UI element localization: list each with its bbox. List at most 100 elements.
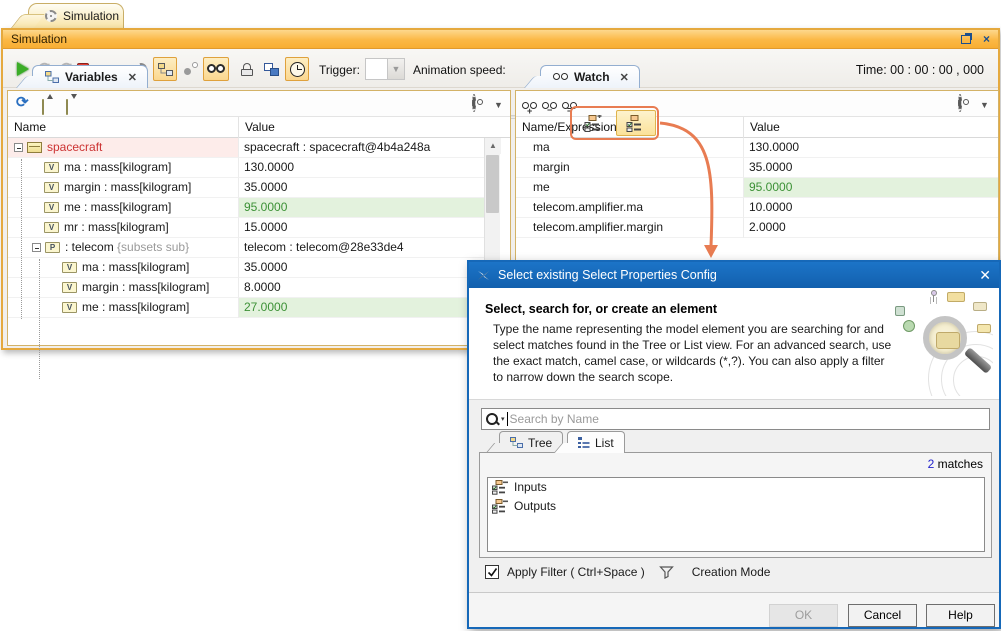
refresh-button[interactable]: ⟳	[16, 95, 29, 110]
close-variables-tab-icon[interactable]: ✕	[128, 71, 137, 84]
help-button[interactable]: Help	[926, 604, 995, 627]
gear-icon	[958, 94, 962, 112]
column-header-value[interactable]: Value	[239, 117, 484, 138]
collapse-node-icon[interactable]	[32, 243, 41, 252]
table-row[interactable]: P: telecom {subsets sub}telecom : teleco…	[8, 238, 484, 258]
row-value[interactable]: 27.0000	[239, 298, 484, 318]
dialog-footer: OK Cancel Help	[469, 592, 999, 627]
table-row[interactable]: Vmargin : mass[kilogram]35.0000	[8, 178, 484, 198]
close-watch-tab-icon[interactable]: ✕	[620, 71, 629, 84]
table-row[interactable]: Vmr : mass[kilogram] 15.0000	[8, 218, 484, 238]
results-container: 2 matches InputsOutputs	[479, 452, 992, 558]
search-icon[interactable]	[486, 413, 499, 426]
expand-all-button[interactable]	[42, 100, 44, 114]
row-value[interactable]: 95.0000	[239, 198, 484, 218]
row-value[interactable]: 35.0000	[239, 258, 484, 278]
window-title: Simulation	[11, 32, 67, 46]
table-row[interactable]: me95.0000	[516, 178, 998, 198]
document-tab-simulation[interactable]: Simulation	[28, 3, 124, 28]
cancel-button[interactable]: Cancel	[848, 604, 917, 627]
table-row[interactable]: telecom.amplifier.margin2.0000	[516, 218, 998, 238]
column-header-name[interactable]: Name	[8, 117, 239, 138]
collapse-all-button[interactable]	[66, 100, 68, 114]
table-row[interactable]: Vma : mass[kilogram]130.0000	[8, 158, 484, 178]
table-row[interactable]: spacecraftspacecraft : spacecraft@4b4a24…	[8, 138, 484, 158]
apply-filter-checkbox[interactable]	[485, 565, 499, 579]
table-row[interactable]: ma130.0000	[516, 138, 998, 158]
list-tab-icon	[578, 437, 590, 449]
row-value[interactable]: 35.0000	[239, 178, 484, 198]
scrollbar-thumb[interactable]	[486, 155, 499, 213]
row-value[interactable]: 95.0000	[744, 178, 998, 198]
row-value[interactable]: 8.0000	[239, 278, 484, 298]
filter-funnel-icon[interactable]	[659, 565, 674, 580]
table-row[interactable]: Vma : mass[kilogram]35.0000	[8, 258, 484, 278]
row-value[interactable]: 35.0000	[744, 158, 998, 178]
dialog-close-icon[interactable]: ✕	[979, 267, 991, 284]
collapse-node-icon[interactable]	[14, 143, 23, 152]
search-placeholder: Search by Name	[510, 412, 599, 426]
row-name: mr : mass[kilogram]	[64, 220, 169, 234]
tab-watch[interactable]: Watch ✕	[540, 65, 640, 88]
row-name: margin : mass[kilogram]	[64, 180, 191, 194]
note-shape	[977, 324, 991, 333]
watch-tab-icon	[553, 73, 568, 81]
simulation-window-titlebar: Simulation ×	[3, 30, 998, 49]
watch-options-button[interactable]	[958, 96, 962, 110]
search-dropdown-icon[interactable]: ▾	[501, 415, 505, 423]
value-property-icon: V	[62, 302, 77, 313]
list-item[interactable]: Inputs	[488, 478, 984, 497]
person-shape	[929, 290, 937, 304]
list-tab-label: List	[595, 436, 614, 450]
creation-mode-label[interactable]: Creation Mode	[692, 565, 771, 579]
row-value[interactable]: 2.0000	[744, 218, 998, 238]
add-watch-glasses-icon: +	[522, 102, 537, 110]
list-item[interactable]: Outputs	[488, 497, 984, 516]
table-row[interactable]: Vme : mass[kilogram] 27.0000	[8, 298, 484, 318]
variables-toolbar: ⟳ ▼	[8, 91, 510, 117]
table-row[interactable]: margin35.0000	[516, 158, 998, 178]
column-header-value[interactable]: Value	[744, 117, 998, 138]
refresh-icon: ⟳	[16, 94, 29, 111]
table-row[interactable]: Vme : mass[kilogram]95.0000	[8, 198, 484, 218]
scroll-up-icon[interactable]: ▲	[485, 138, 501, 154]
remove-watch-button[interactable]: −	[542, 99, 557, 113]
value-property-icon: V	[62, 262, 77, 273]
row-name: me	[516, 178, 744, 198]
row-value[interactable]: 130.0000	[744, 138, 998, 158]
block-instance-icon	[27, 142, 42, 153]
ok-button[interactable]: OK	[769, 604, 838, 627]
row-value[interactable]: 10.0000	[744, 198, 998, 218]
gear-icon	[472, 94, 476, 112]
watch-tab-label: Watch	[574, 70, 610, 84]
row-value[interactable]: 130.0000	[239, 158, 484, 178]
row-name: me : mass[kilogram]	[82, 300, 189, 314]
variables-options-button[interactable]	[472, 96, 476, 110]
expand-all-icon	[42, 99, 44, 115]
collapse-all-icon	[66, 99, 68, 115]
table-row[interactable]: telecom.amplifier.ma10.0000	[516, 198, 998, 218]
config-list-icon	[492, 499, 509, 514]
search-input[interactable]: ▾ Search by Name	[481, 408, 990, 430]
row-name: telecom.amplifier.ma	[516, 198, 744, 218]
row-value[interactable]: telecom : telecom@28e33de4	[239, 238, 484, 258]
circle-shape	[903, 320, 915, 332]
table-row[interactable]: Vmargin : mass[kilogram]8.0000	[8, 278, 484, 298]
float-window-icon[interactable]	[961, 35, 971, 44]
tab-variables[interactable]: Variables ✕	[32, 65, 148, 88]
watch-options-dropdown[interactable]: ▼	[980, 100, 989, 110]
matches-count: 2 matches	[928, 457, 983, 471]
simulation-gear-icon	[45, 10, 57, 22]
tree-tab-icon	[510, 437, 523, 448]
tab-list[interactable]: List	[567, 431, 625, 453]
row-name: : telecom	[65, 240, 117, 254]
close-window-icon[interactable]: ×	[983, 34, 990, 44]
row-value[interactable]: spacecraft : spacecraft@4b4a248a	[239, 138, 484, 158]
variables-options-dropdown[interactable]: ▼	[494, 100, 503, 110]
tab-tree[interactable]: Tree	[499, 431, 563, 453]
row-value[interactable]: 15.0000	[239, 218, 484, 238]
callout-highlight-box	[570, 106, 659, 140]
value-property-icon: V	[44, 222, 59, 233]
add-watch-button[interactable]: +	[522, 99, 537, 113]
row-name: ma : mass[kilogram]	[64, 160, 171, 174]
